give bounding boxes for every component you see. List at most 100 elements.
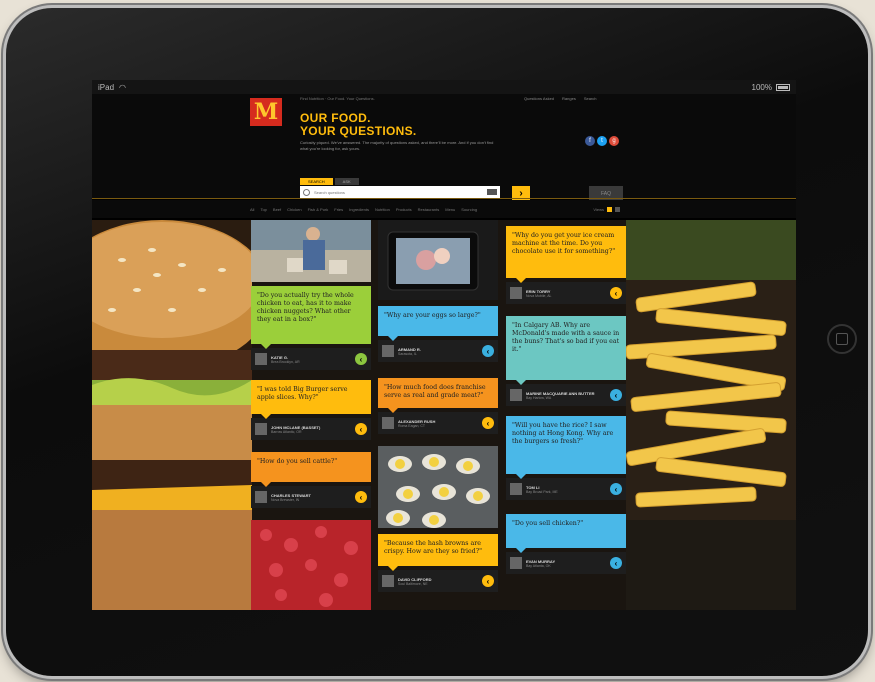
facebook-icon[interactable]: f [585, 136, 595, 146]
author-location: Bay Atlanta, OK [526, 563, 551, 568]
home-button[interactable] [827, 324, 857, 354]
author-row: KATIE G. Brea Brooklyn, AR ‹ [251, 348, 371, 370]
share-icon[interactable]: ‹ [355, 423, 367, 435]
category-item[interactable]: Fish & Pork [308, 207, 329, 212]
tablet-video-photo[interactable] [378, 220, 498, 300]
top-link[interactable]: Questions Asked [524, 96, 554, 101]
avatar [510, 483, 522, 495]
share-icon[interactable]: ‹ [355, 353, 367, 365]
question-column-2: "Why are your eggs so large?" ARMAND R. S… [378, 220, 498, 610]
view-toggle: Views [593, 206, 620, 212]
question-card[interactable]: "Because the hash browns are crispy. How… [378, 534, 498, 592]
share-icon[interactable]: ‹ [355, 491, 367, 503]
share-icon[interactable]: ‹ [482, 575, 494, 587]
category-item[interactable]: Nutrition [375, 207, 390, 212]
avatar [255, 423, 267, 435]
author-row: CHARLES STEWART Nova Brewster, IN ‹ [251, 486, 371, 508]
grid-view-icon[interactable] [607, 206, 612, 212]
question-text: "Why are your eggs so large?" [378, 306, 498, 341]
ground-beef-photo[interactable] [251, 520, 371, 610]
author-location: Bay Harlow, WA [526, 395, 552, 400]
page-title: OUR FOOD. YOUR QUESTIONS. [300, 111, 417, 138]
category-item[interactable]: All [250, 207, 254, 212]
question-text: "In Calgary AB. Why are McDonald's made … [506, 316, 626, 385]
question-text: "Do you actually try the whole chicken t… [251, 286, 371, 349]
share-icon[interactable]: ‹ [610, 557, 622, 569]
author-location: Sarasota, IL [398, 351, 417, 356]
author-row: TOM LI Bay Broad Park, ME ‹ [506, 478, 626, 500]
author-location: Roma Eagan, CT [398, 423, 426, 428]
category-item[interactable]: Ingredients [349, 207, 369, 212]
eggs-photo[interactable] [378, 446, 498, 528]
question-card[interactable]: "How do you sell cattle?" CHARLES STEWAR… [251, 452, 371, 508]
burger-background-image [92, 220, 252, 610]
question-column-1: "Do you actually try the whole chicken t… [251, 220, 371, 610]
avatar [255, 491, 267, 503]
top-link[interactable]: Search [584, 96, 597, 101]
avatar [510, 287, 522, 299]
question-text: "Because the hash browns are crispy. How… [378, 534, 498, 571]
question-card[interactable]: "Do you sell chicken?" EVAN MURRAY Bay At… [506, 514, 626, 574]
category-item[interactable]: Restaurants [418, 207, 440, 212]
battery-icon [776, 83, 790, 91]
share-icon[interactable]: ‹ [482, 345, 494, 357]
tab-search[interactable]: SEARCH [300, 178, 333, 185]
avatar [382, 345, 394, 357]
view-label: Views [593, 206, 604, 212]
google-plus-icon[interactable]: g [609, 136, 619, 146]
social-links: f t g [585, 136, 619, 146]
list-view-icon[interactable] [615, 206, 620, 212]
category-nav: All Top Beef Chicken Fish & Pork Fries I… [92, 200, 796, 218]
author-row: ALEXANDER RUSH Roma Eagan, CT ‹ [378, 412, 498, 434]
wifi-icon: ◠ [119, 82, 126, 92]
top-link[interactable]: Ranges [562, 96, 576, 101]
category-item[interactable]: Chicken [287, 207, 301, 212]
category-item[interactable]: Menu [445, 207, 455, 212]
author-location: Brea Brooklyn, AR [271, 359, 300, 364]
question-card[interactable]: "How much food does franchise serve as r… [378, 378, 498, 434]
intro-text: Curiosity piqued. We've answered. The ma… [300, 140, 494, 151]
question-card[interactable]: "Will you have the rice? I saw nothing a… [506, 416, 626, 500]
author-location: Nova Mobile, AL [526, 293, 552, 298]
avatar [510, 557, 522, 569]
category-item[interactable]: Top [260, 207, 266, 212]
question-card[interactable]: "I was told Big Burger serve apple slice… [251, 380, 371, 440]
question-text: "Will you have the rice? I saw nothing a… [506, 416, 626, 479]
tab-ask[interactable]: ASK [334, 178, 359, 185]
ipad-screen: iPad ◠ 100% M Find Nutrition · Our Food.… [92, 80, 796, 610]
author-row: ARMAND R. Sarasota, IL ‹ [378, 340, 498, 362]
carrier-label: iPad [98, 82, 115, 92]
question-card[interactable]: "Why do you get your ice cream machine a… [506, 226, 626, 304]
farmer-photo[interactable] [251, 220, 371, 282]
share-icon[interactable]: ‹ [610, 287, 622, 299]
question-text: "I was told Big Burger serve apple slice… [251, 380, 371, 419]
category-item[interactable]: Sourcing [461, 207, 477, 212]
category-item[interactable]: Beef [273, 207, 281, 212]
search-input[interactable] [314, 188, 487, 196]
share-icon[interactable]: ‹ [610, 389, 622, 401]
question-text: "Do you sell chicken?" [506, 514, 626, 553]
author-row: DAVID CLIFFORD Soul Baltimore, NE ‹ [378, 570, 498, 592]
category-item[interactable]: Products [396, 207, 412, 212]
search-box [300, 186, 500, 198]
author-row: MARINE MACQUARIE ANN BUTTER Bay Harlow, W… [506, 384, 626, 406]
share-icon[interactable]: ‹ [482, 417, 494, 429]
top-nav-text[interactable]: Find Nutrition · Our Food. Your Question… [300, 96, 375, 101]
question-column-3: "Why do you get your ice cream machine a… [506, 220, 626, 610]
category-item[interactable]: Fries [334, 207, 343, 212]
mcdonalds-logo[interactable]: M [250, 98, 282, 126]
divider [92, 198, 796, 199]
home-square-icon [836, 333, 848, 345]
fries-background-image [626, 220, 796, 610]
question-card[interactable]: "Why are your eggs so large?" ARMAND R. S… [378, 306, 498, 362]
question-card[interactable]: "In Calgary AB. Why are McDonald's made … [506, 316, 626, 406]
twitter-icon[interactable]: t [597, 136, 607, 146]
author-location: Barrow Atlantic, OR [271, 429, 302, 434]
keyboard-icon[interactable] [487, 189, 497, 195]
share-icon[interactable]: ‹ [610, 483, 622, 495]
author-row: JOHN MCLANE (BASSET) Barrow Atlantic, OR … [251, 418, 371, 440]
author-row: ERIN TORRY Nova Mobile, AL ‹ [506, 282, 626, 304]
question-wall: "Do you actually try the whole chicken t… [92, 220, 796, 610]
question-text: "Why do you get your ice cream machine a… [506, 226, 626, 283]
question-card[interactable]: "Do you actually try the whole chicken t… [251, 286, 371, 370]
